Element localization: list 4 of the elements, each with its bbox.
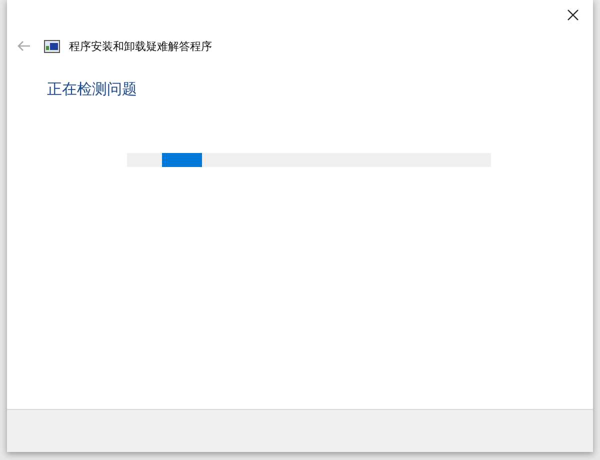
window-title: 程序安装和卸载疑难解答程序 [69, 38, 212, 54]
status-heading: 正在检测问题 [47, 80, 138, 99]
app-icon [44, 40, 60, 52]
close-icon [567, 9, 579, 21]
